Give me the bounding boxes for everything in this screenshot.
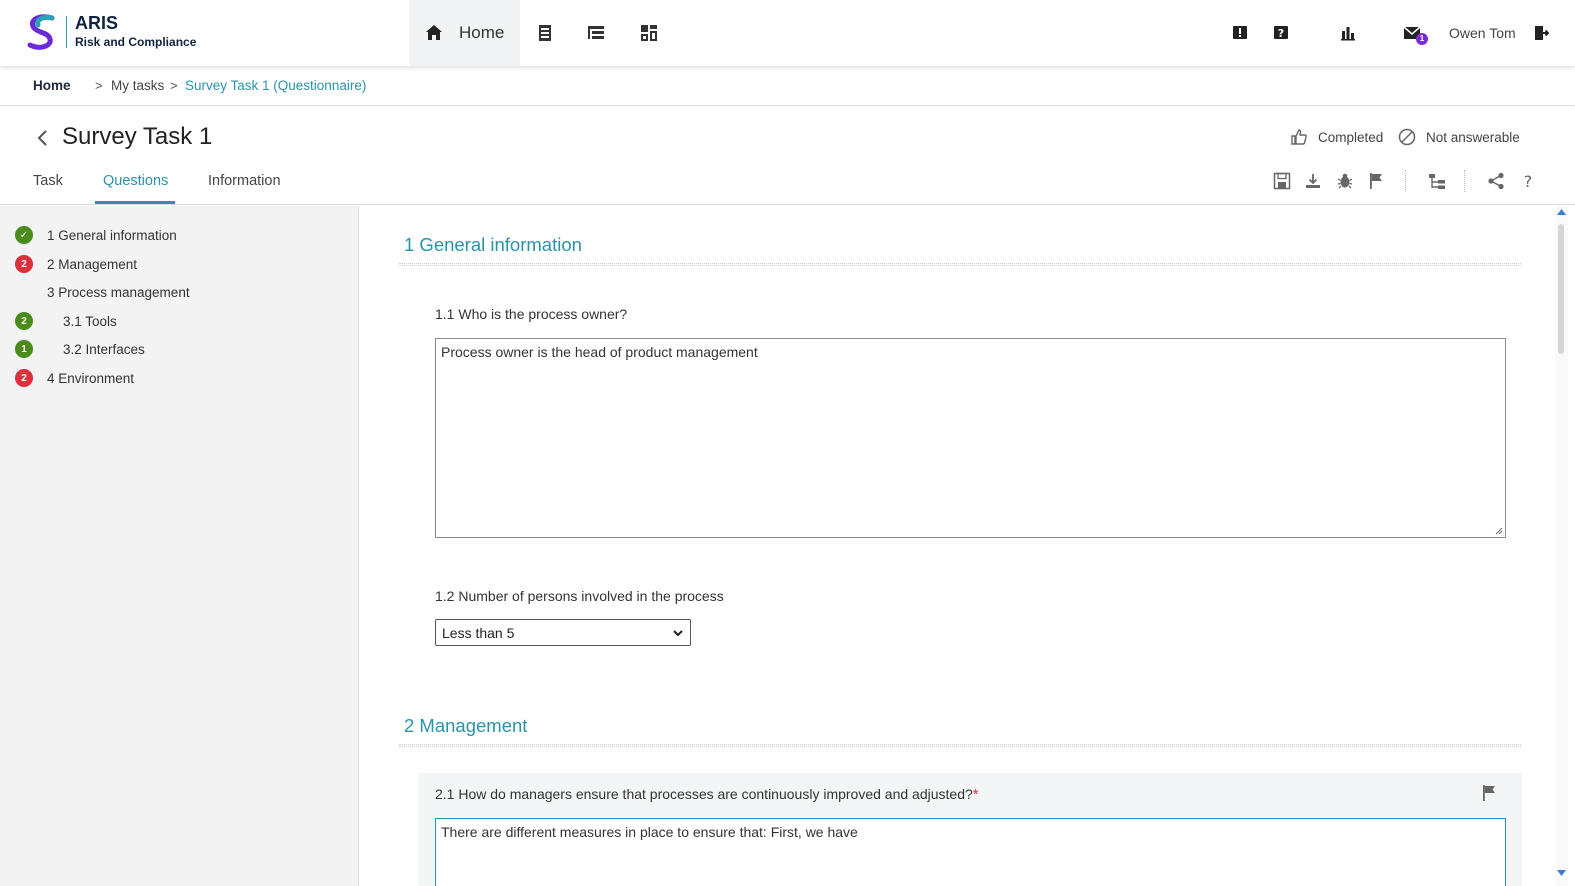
completed-label: Completed <box>1318 129 1384 145</box>
tree-list-icon[interactable] <box>585 22 607 44</box>
vertical-scrollbar[interactable] <box>1555 206 1568 886</box>
sidebar-item-label: 4 Environment <box>47 370 135 386</box>
answer-text: There are different measures in place to… <box>441 824 858 840</box>
block-icon <box>1398 128 1416 146</box>
question-text: 2.1 How do managers ensure that processe… <box>435 786 973 802</box>
count-badge: 2 <box>15 312 33 330</box>
top-bar: ARIS Risk and Compliance Home ? 1 Owen T… <box>0 0 1575 66</box>
chevron-right-icon: > <box>95 78 103 93</box>
sidebar-item-label: 3 Process management <box>47 284 190 300</box>
question-1-1-answer-textarea[interactable]: Process owner is the head of product man… <box>435 338 1506 538</box>
scroll-down-arrow-icon[interactable] <box>1557 870 1566 876</box>
dashboard-icon[interactable] <box>638 22 660 44</box>
active-tab-indicator <box>95 201 175 204</box>
chevron-down-icon <box>673 630 683 637</box>
flag-icon[interactable] <box>1481 784 1497 802</box>
section-title-management: 2 Management <box>404 715 528 736</box>
section-divider <box>399 744 1521 747</box>
required-marker: * <box>972 786 979 803</box>
user-name[interactable]: Owen Tom <box>1449 25 1516 41</box>
save-icon[interactable] <box>1272 171 1292 191</box>
svg-text:?: ? <box>1524 172 1533 190</box>
not-answerable-label: Not answerable <box>1426 129 1520 145</box>
toolbar-divider <box>1405 170 1406 192</box>
count-badge: 2 <box>15 369 33 387</box>
share-icon[interactable] <box>1486 171 1506 191</box>
sidebar-item-label: 2 Management <box>47 256 138 272</box>
brand-subtitle: Risk and Compliance <box>75 35 197 49</box>
sidebar-item-general-information[interactable]: ✓ 1 General information <box>0 224 358 246</box>
document-list-icon[interactable] <box>534 22 556 44</box>
check-badge-icon: ✓ <box>15 226 33 244</box>
persons-involved-select[interactable]: Less than 5 <box>435 619 691 646</box>
chart-icon[interactable] <box>1337 22 1359 44</box>
nav-home-label: Home <box>459 23 505 42</box>
count-badge: 2 <box>15 255 33 273</box>
sidebar-item-label: 3.1 Tools <box>63 313 117 329</box>
breadcrumb-current[interactable]: Survey Task 1 (Questionnaire) <box>185 78 366 93</box>
page-title: Survey Task 1 <box>62 123 213 150</box>
hierarchy-icon[interactable] <box>1427 171 1447 191</box>
sidebar-item-process-management[interactable]: 3 Process management <box>0 281 358 303</box>
help-icon[interactable]: ? <box>1518 171 1538 191</box>
scrollbar-thumb[interactable] <box>1558 224 1564 354</box>
question-nav-sidebar: ✓ 1 General information 2 2 Management 3… <box>0 206 359 886</box>
breadcrumb-my-tasks[interactable]: My tasks <box>111 78 164 93</box>
help-icon[interactable]: ? <box>1270 22 1292 44</box>
tab-information[interactable]: Information <box>208 173 281 189</box>
thumbs-up-icon <box>1291 129 1307 145</box>
back-arrow-icon[interactable] <box>34 128 52 148</box>
question-1-2-label: 1.2 Number of persons involved in the pr… <box>435 588 724 604</box>
questionnaire-content: 1 General information 1.1 Who is the pro… <box>359 206 1555 886</box>
question-1-1-label: 1.1 Who is the process owner? <box>435 306 628 322</box>
alert-icon[interactable] <box>1229 22 1251 44</box>
nav-home-button[interactable]: Home <box>409 0 520 66</box>
brand-divider <box>66 16 67 48</box>
aris-logo-icon[interactable] <box>22 12 62 52</box>
tab-task[interactable]: Task <box>33 173 63 189</box>
not-answerable-button[interactable]: Not answerable <box>1398 128 1520 146</box>
tab-questions[interactable]: Questions <box>103 173 168 189</box>
select-value: Less than 5 <box>442 624 515 641</box>
question-2-1-answer-textarea[interactable]: There are different measures in place to… <box>435 818 1506 886</box>
question-2-1-label: 2.1 How do managers ensure that processe… <box>435 786 979 803</box>
sidebar-item-label: 1 General information <box>47 227 177 243</box>
sidebar-item-tools[interactable]: 2 3.1 Tools <box>0 310 358 332</box>
flag-icon[interactable] <box>1366 171 1386 191</box>
sidebar-item-label: 3.2 Interfaces <box>63 341 145 357</box>
chevron-right-icon: > <box>170 78 178 93</box>
home-icon <box>426 25 442 40</box>
breadcrumb: Home > My tasks > Survey Task 1 (Questio… <box>0 66 1575 106</box>
brand-name: ARIS <box>75 13 119 33</box>
svg-text:?: ? <box>1278 27 1284 40</box>
count-badge: 1 <box>15 340 33 358</box>
toolbar-divider <box>1464 170 1465 192</box>
sidebar-item-management[interactable]: 2 2 Management <box>0 253 358 275</box>
mail-count-badge: 1 <box>1416 33 1428 45</box>
section-title-general-information: 1 General information <box>404 234 582 255</box>
sidebar-item-environment[interactable]: 2 4 Environment <box>0 367 358 389</box>
completed-button[interactable]: Completed <box>1290 128 1383 146</box>
breadcrumb-home[interactable]: Home <box>33 78 71 93</box>
download-icon[interactable] <box>1303 171 1323 191</box>
scroll-up-arrow-icon[interactable] <box>1557 209 1566 215</box>
resize-grip-icon[interactable] <box>1495 527 1503 535</box>
bug-icon[interactable] <box>1335 171 1355 191</box>
answer-text: Process owner is the head of product man… <box>441 344 758 360</box>
sidebar-item-interfaces[interactable]: 1 3.2 Interfaces <box>0 338 358 360</box>
section-divider <box>399 263 1521 266</box>
logout-icon[interactable] <box>1530 22 1552 44</box>
